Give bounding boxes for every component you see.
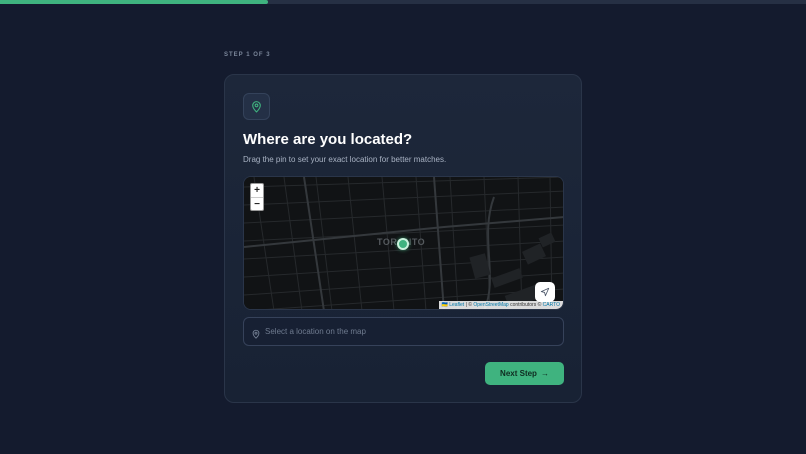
- location-pin-icon: [251, 326, 261, 344]
- location-field[interactable]: [243, 317, 564, 346]
- leaflet-link[interactable]: Leaflet: [449, 302, 464, 308]
- map-attribution: 🇺🇦 Leaflet | © OpenStreetMap contributor…: [438, 301, 563, 309]
- openstreetmap-link[interactable]: OpenStreetMap: [473, 302, 508, 308]
- locate-me-button[interactable]: [535, 282, 555, 302]
- location-map[interactable]: + − TORONTO 🇺🇦 Leaflet | © OpenStreetMap…: [243, 176, 564, 310]
- arrow-right-icon: →: [540, 369, 549, 378]
- carto-link[interactable]: CARTO: [543, 302, 560, 308]
- zoom-control: + −: [250, 183, 264, 211]
- page-subtitle: Drag the pin to set your exact location …: [243, 155, 447, 164]
- attribution-separator: |: [465, 302, 467, 308]
- attribution-copyright: ©: [468, 302, 472, 308]
- location-marker[interactable]: [397, 238, 409, 250]
- progress-fill: [0, 0, 269, 4]
- page-title: Where are you located?: [243, 131, 413, 148]
- zoom-out-button[interactable]: −: [251, 197, 263, 210]
- location-pin-icon: [243, 93, 270, 120]
- navigation-arrow-icon: [540, 287, 550, 297]
- attribution-contributors: contributors ©: [510, 302, 542, 308]
- progress-track: [0, 0, 806, 4]
- ukraine-flag-icon: 🇺🇦: [441, 302, 448, 308]
- step-label: STEP 1 OF 3: [224, 52, 271, 58]
- next-step-label: Next Step: [500, 369, 537, 378]
- zoom-in-button[interactable]: +: [251, 184, 263, 197]
- location-card: Where are you located? Drag the pin to s…: [224, 74, 582, 403]
- next-step-button[interactable]: Next Step →: [485, 362, 564, 385]
- location-input[interactable]: [265, 318, 555, 345]
